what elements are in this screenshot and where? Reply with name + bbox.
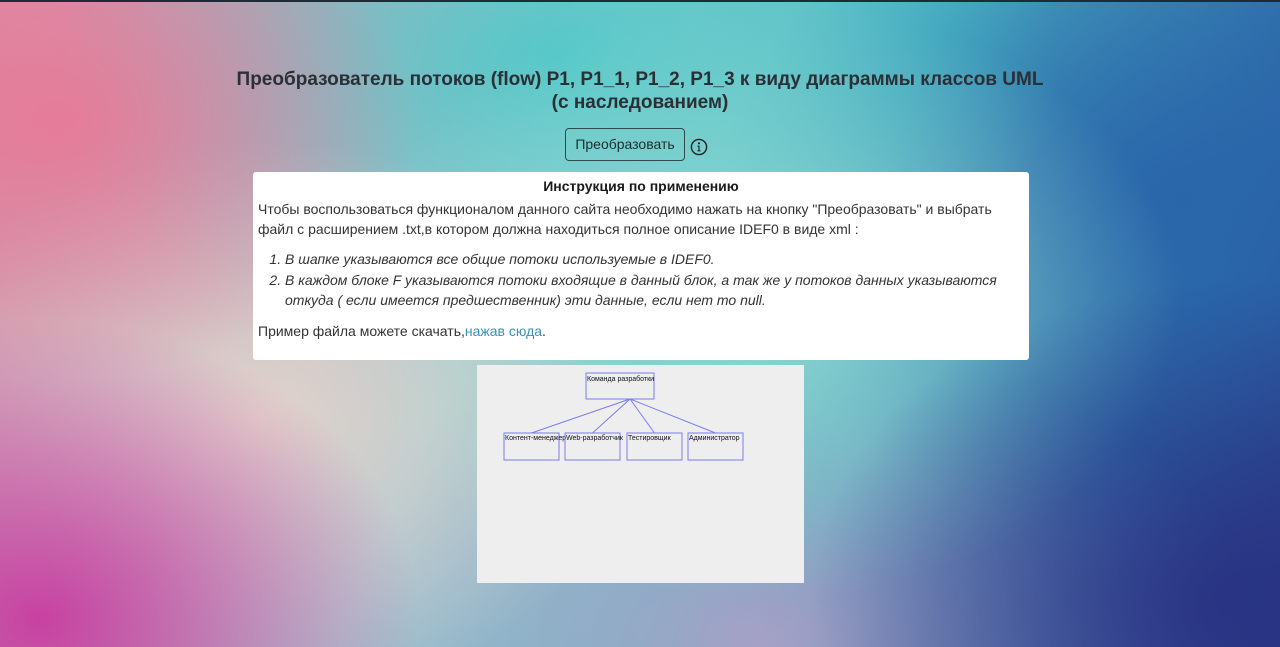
child-class-label: Тестировщик (628, 435, 672, 442)
instructions-list-item: В каждом блоке F указываются потоки вход… (285, 270, 1024, 311)
example-prefix: Пример файла можете скачать, (258, 322, 465, 339)
uml-diagram-canvas: Команда разработки Контент-менеджер Web-ра… (477, 365, 804, 583)
parent-class-label: Команда разработки (587, 375, 654, 383)
child-class-label: Web-разработчик (566, 434, 624, 442)
instructions-list-item: В шапке указываются все общие потоки исп… (285, 249, 1024, 270)
instructions-intro: Чтобы воспользоваться функционалом данно… (258, 201, 992, 237)
download-example-link[interactable]: нажав сюда (465, 323, 542, 339)
inheritance-line (592, 398, 631, 434)
convert-button[interactable]: Преобразовать (565, 128, 685, 161)
info-circle-icon[interactable] (690, 138, 708, 156)
example-suffix: . (542, 322, 546, 339)
child-class-label: Администратор (689, 435, 740, 442)
top-border (0, 0, 1280, 2)
instructions-heading: Инструкция по применению (543, 178, 739, 194)
inheritance-line (531, 398, 631, 434)
child-class-label: Контент-менеджер (505, 435, 566, 442)
example-line: Пример файла можете скачать,нажав сюда. (258, 321, 1024, 341)
uml-diagram: Команда разработки Контент-менеджер Web-ра… (503, 372, 744, 461)
page-title: Преобразователь потоков (flow) P1, P1_1,… (236, 69, 1044, 113)
instructions-panel: Инструкция по применению Чтобы воспользо… (253, 172, 1029, 360)
instructions-list: В шапке указываются все общие потоки исп… (258, 249, 1024, 311)
